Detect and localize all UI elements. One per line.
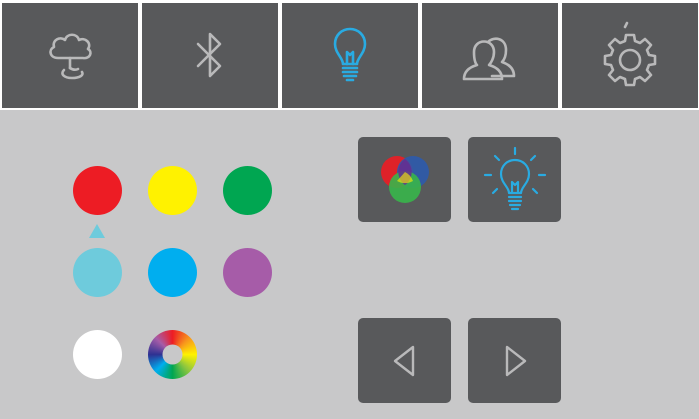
- bluetooth-icon: [196, 32, 222, 77]
- swatch-red[interactable]: [73, 166, 122, 215]
- tab-light[interactable]: [282, 3, 418, 108]
- triangle-left-icon: [393, 345, 414, 376]
- white-light-mode-button[interactable]: [468, 137, 561, 222]
- selection-marker: [89, 224, 105, 238]
- rgb-circles-icon: [380, 155, 429, 203]
- tab-bluetooth[interactable]: [142, 3, 278, 108]
- app: [0, 0, 699, 419]
- cloud-tree-icon: [49, 32, 92, 79]
- swatch-light-cyan[interactable]: [73, 248, 122, 297]
- tab-settings[interactable]: [562, 3, 698, 108]
- light-bulb-icon: [333, 27, 367, 81]
- swatch-rainbow[interactable]: [148, 330, 197, 379]
- swatch-green[interactable]: [223, 166, 272, 215]
- swatch-blue[interactable]: [148, 248, 197, 297]
- color-wheel-icon: [162, 344, 183, 365]
- light-bulb-icon: [483, 146, 546, 210]
- previous-button[interactable]: [358, 318, 451, 403]
- next-button[interactable]: [468, 318, 561, 403]
- gear-icon: [603, 21, 657, 86]
- swatch-yellow[interactable]: [148, 166, 197, 215]
- swatch-purple[interactable]: [223, 248, 272, 297]
- swatch-white[interactable]: [73, 330, 122, 379]
- triangle-right-icon: [505, 345, 526, 376]
- tab-bar: [0, 0, 699, 109]
- users-icon: [462, 36, 516, 80]
- tab-cloud[interactable]: [2, 3, 138, 108]
- rgb-mode-button[interactable]: [358, 137, 451, 222]
- tab-profiles[interactable]: [422, 3, 558, 108]
